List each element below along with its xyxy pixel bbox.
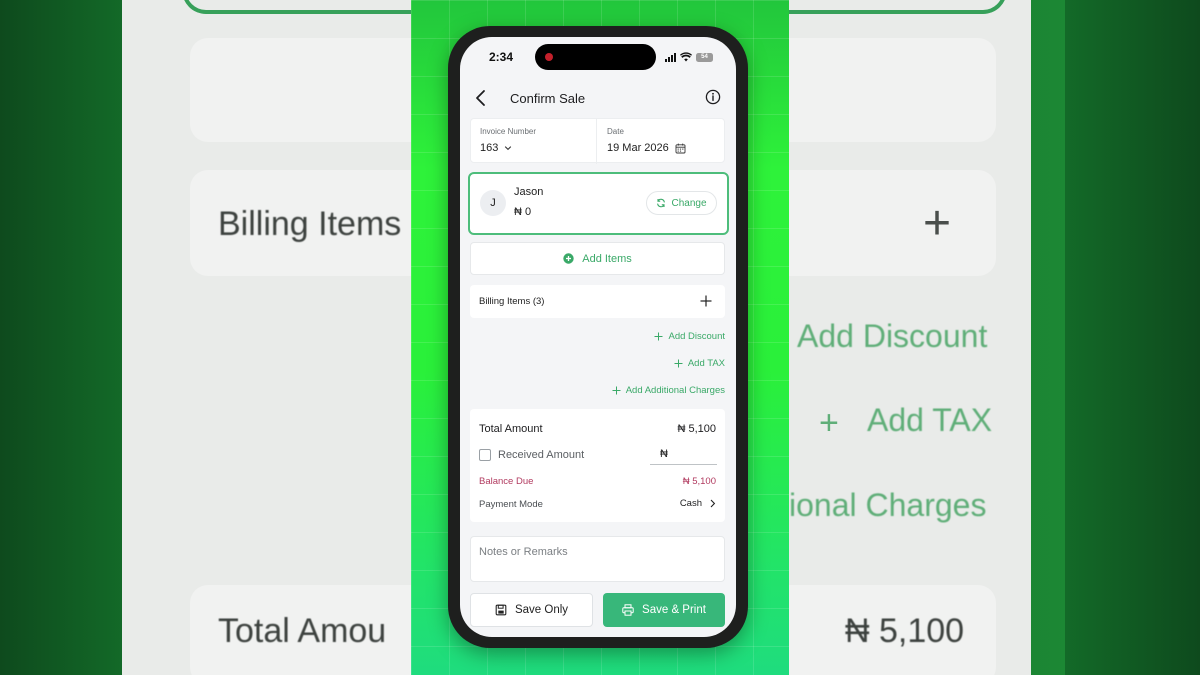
blurred-card — [190, 38, 411, 142]
customer-name: Jason — [514, 186, 544, 198]
chevron-right-icon — [710, 499, 716, 508]
blurred-billing-text: Billing Items ( — [218, 205, 411, 243]
payment-mode-value: Cash — [679, 498, 702, 509]
background-dark-edge — [1065, 0, 1200, 675]
add-items-button[interactable]: Add Items — [470, 242, 725, 275]
payment-mode-selector[interactable]: Cash — [680, 498, 716, 509]
save-only-label: Save Only — [514, 604, 569, 616]
blurred-card-border — [182, 0, 411, 14]
dynamic-island — [535, 44, 656, 70]
customer-balance: ₦ 0 — [514, 206, 532, 218]
blurred-charges: ional Charges — [789, 487, 987, 523]
invoice-number-label: Invoice Number — [480, 127, 537, 136]
date-cell[interactable]: Date 19 Mar 2026 — [598, 119, 726, 164]
status-time: 2:34 — [489, 50, 514, 64]
blurred-add-tax: Add TAX — [867, 402, 993, 438]
date-value: 19 Mar 2026 — [607, 142, 669, 154]
background-left: Billing Items ( Total Amou — [0, 0, 411, 675]
page-title: Confirm Sale — [510, 91, 586, 106]
change-label: Change — [671, 197, 707, 209]
plus-circle-icon — [563, 253, 574, 264]
blurred-card-border — [789, 0, 1007, 14]
printer-icon — [622, 604, 634, 616]
blurred-plus-icon: + — [923, 197, 952, 250]
blurred-card — [789, 38, 996, 142]
chevron-left-icon[interactable] — [474, 89, 488, 107]
status-icons: 54 — [665, 51, 713, 63]
balance-due-value: ₦ 5,100 — [682, 476, 716, 487]
save-icon — [495, 604, 507, 616]
plus-icon — [654, 332, 663, 340]
totals-card: Total Amount ₦ 5,100 Received Amount ₦ B… — [470, 409, 725, 522]
add-tax-label: Add TAX — [687, 357, 725, 369]
add-items-label: Add Items — [582, 252, 632, 265]
received-amount-input[interactable]: ₦ — [650, 445, 717, 465]
plus-icon[interactable] — [699, 294, 713, 308]
balance-due-label: Balance Due — [479, 476, 534, 487]
nav-bar: Confirm Sale — [460, 81, 736, 115]
chevron-down-icon — [505, 146, 512, 151]
phone-screen: 2:34 54 Confirm Sale Invoice Number 163 … — [460, 37, 736, 637]
info-circle-icon[interactable] — [705, 89, 721, 105]
date-label: Date — [607, 127, 624, 136]
add-charges-label: Add Additional Charges — [625, 384, 725, 396]
background-right: + Add Discount + Add TAX ional Charges ₦… — [789, 0, 1200, 675]
customer-card: J Jason ₦ 0 Change — [468, 172, 729, 235]
total-amount-label: Total Amount — [479, 423, 543, 435]
blurred-add-discount: Add Discount — [797, 318, 988, 354]
blurred-screen-left: Billing Items ( Total Amou — [122, 0, 411, 675]
invoice-number-value: 163 — [480, 142, 499, 154]
calendar-icon — [675, 143, 686, 153]
blurred-total-value: ₦ 5,100 — [845, 612, 965, 650]
save-print-label: Save & Print — [642, 604, 706, 616]
payment-mode-label: Payment Mode — [479, 499, 543, 510]
sync-icon — [657, 198, 666, 208]
signal-icon — [665, 52, 676, 62]
add-tax-link[interactable]: Add TAX — [674, 356, 725, 370]
blurred-total-text: Total Amou — [218, 612, 387, 650]
blurred-card — [789, 170, 996, 276]
received-amount-checkbox[interactable] — [479, 449, 491, 461]
currency-symbol: ₦ — [660, 448, 668, 460]
invoice-number-cell[interactable]: Invoice Number 163 — [471, 119, 597, 164]
billing-items-label: Billing Items (3) — [479, 296, 545, 307]
add-additional-charges-link[interactable]: Add Additional Charges — [612, 383, 725, 397]
plus-icon — [612, 386, 621, 394]
received-amount-label: Received Amount — [498, 449, 585, 461]
plus-icon — [674, 359, 683, 367]
save-print-button[interactable]: Save & Print — [603, 593, 725, 627]
background-dark-edge — [0, 0, 125, 675]
avatar: J — [480, 190, 506, 216]
change-customer-button[interactable]: Change — [646, 191, 717, 215]
notes-placeholder: Notes or Remarks — [479, 546, 568, 558]
invoice-card: Invoice Number 163 Date 19 Mar 2026 — [470, 118, 726, 164]
status-bar: 2:34 54 — [460, 37, 736, 79]
notes-input[interactable]: Notes or Remarks — [470, 536, 725, 582]
save-only-button[interactable]: Save Only — [470, 593, 593, 627]
wifi-icon — [680, 52, 692, 62]
total-amount-value: ₦ 5,100 — [677, 423, 716, 435]
add-discount-link[interactable]: Add Discount — [654, 329, 725, 343]
recording-dot — [545, 53, 553, 61]
blurred-plus-icon: + — [819, 404, 839, 442]
blurred-screen-right: + Add Discount + Add TAX ional Charges ₦… — [789, 0, 1031, 675]
add-discount-label: Add Discount — [668, 330, 725, 342]
billing-items-row[interactable]: Billing Items (3) — [470, 285, 725, 318]
battery-icon: 54 — [696, 52, 713, 62]
